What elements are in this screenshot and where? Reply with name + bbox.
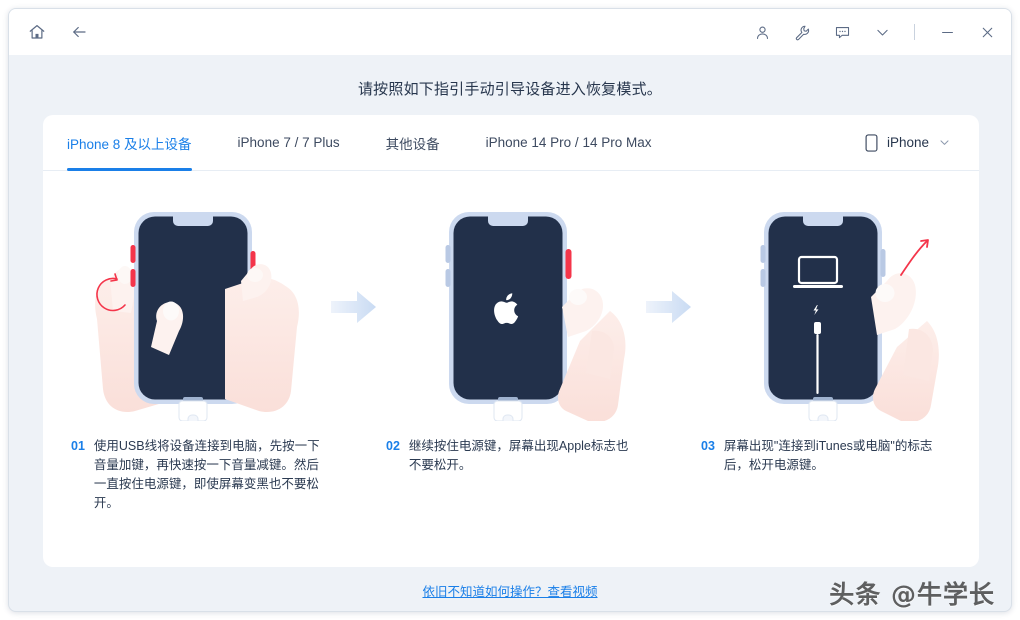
phone-apple-logo-hand-power-illustration <box>380 193 642 421</box>
application-window: 请按照如下指引手动引导设备进入恢复模式。 iPhone 8 及以上设备 iPho… <box>8 8 1012 612</box>
title-bar <box>9 9 1011 55</box>
content-card: iPhone 8 及以上设备 iPhone 7 / 7 Plus 其他设备 iP… <box>43 115 979 567</box>
tab-bar: iPhone 8 及以上设备 iPhone 7 / 7 Plus 其他设备 iP… <box>43 115 979 171</box>
feedback-message-icon[interactable] <box>832 22 852 42</box>
step-text-1: 01 使用USB线将设备连接到电脑，先按一下音量加键，再快速按一下音量减键。然后… <box>65 437 327 513</box>
step-column-3: 03 屏幕出现"连接到iTunes或电脑"的标志后，松开电源键。 <box>695 193 957 475</box>
step-arrow-1 <box>327 193 380 421</box>
step-description-1: 使用USB线将设备连接到电脑，先按一下音量加键，再快速按一下音量减键。然后一直按… <box>93 439 320 510</box>
step-text-2: 02 继续按住电源键，屏幕出现Apple标志也不要松开。 <box>380 437 642 475</box>
page-title: 请按照如下指引手动引导设备进入恢复模式。 <box>357 80 662 98</box>
steps-container: 01 使用USB线将设备连接到电脑，先按一下音量加键，再快速按一下音量减键。然后… <box>43 171 979 513</box>
tab-iphone-7[interactable]: iPhone 7 / 7 Plus <box>238 115 340 170</box>
phone-two-hands-volume-buttons-illustration <box>65 193 327 421</box>
step-column-1: 01 使用USB线将设备连接到电脑，先按一下音量加键，再快速按一下音量减键。然后… <box>65 193 327 513</box>
step-description-3: 屏幕出现"连接到iTunes或电脑"的标志后，松开电源键。 <box>723 439 933 472</box>
tab-iphone-14-pro[interactable]: iPhone 14 Pro / 14 Pro Max <box>486 115 652 170</box>
device-selector[interactable]: iPhone <box>865 133 955 152</box>
step-number-3: 03 <box>701 439 715 453</box>
step-number-1: 01 <box>71 439 85 453</box>
tab-iphone-8-and-above[interactable]: iPhone 8 及以上设备 <box>67 115 192 171</box>
titlebar-right-group <box>752 22 997 42</box>
phone-icon <box>865 133 878 152</box>
step-text-3: 03 屏幕出现"连接到iTunes或电脑"的标志后，松开电源键。 <box>695 437 957 475</box>
titlebar-divider <box>914 24 915 40</box>
tab-other-devices[interactable]: 其他设备 <box>386 115 440 170</box>
chevron-down-icon[interactable] <box>872 22 892 42</box>
titlebar-left-group <box>27 22 89 42</box>
minimize-button[interactable] <box>937 22 957 42</box>
device-selector-value: iPhone <box>886 135 929 150</box>
step-description-2: 继续按住电源键，屏幕出现Apple标志也不要松开。 <box>408 439 629 472</box>
close-button[interactable] <box>977 22 997 42</box>
home-icon[interactable] <box>27 22 47 42</box>
step-column-2: 02 继续按住电源键，屏幕出现Apple标志也不要松开。 <box>380 193 642 475</box>
back-arrow-icon[interactable] <box>69 22 89 42</box>
phone-recovery-screen-hand-release-illustration <box>695 193 957 421</box>
user-account-icon[interactable] <box>752 22 772 42</box>
watch-video-link[interactable]: 依旧不知道如何操作？查看视频 <box>422 585 597 599</box>
footer-help-link-wrap: 依旧不知道如何操作？查看视频 <box>9 581 1011 600</box>
chevron-down-icon <box>938 136 951 149</box>
step-number-2: 02 <box>386 439 400 453</box>
step-arrow-2 <box>642 193 695 421</box>
wrench-tools-icon[interactable] <box>792 22 812 42</box>
